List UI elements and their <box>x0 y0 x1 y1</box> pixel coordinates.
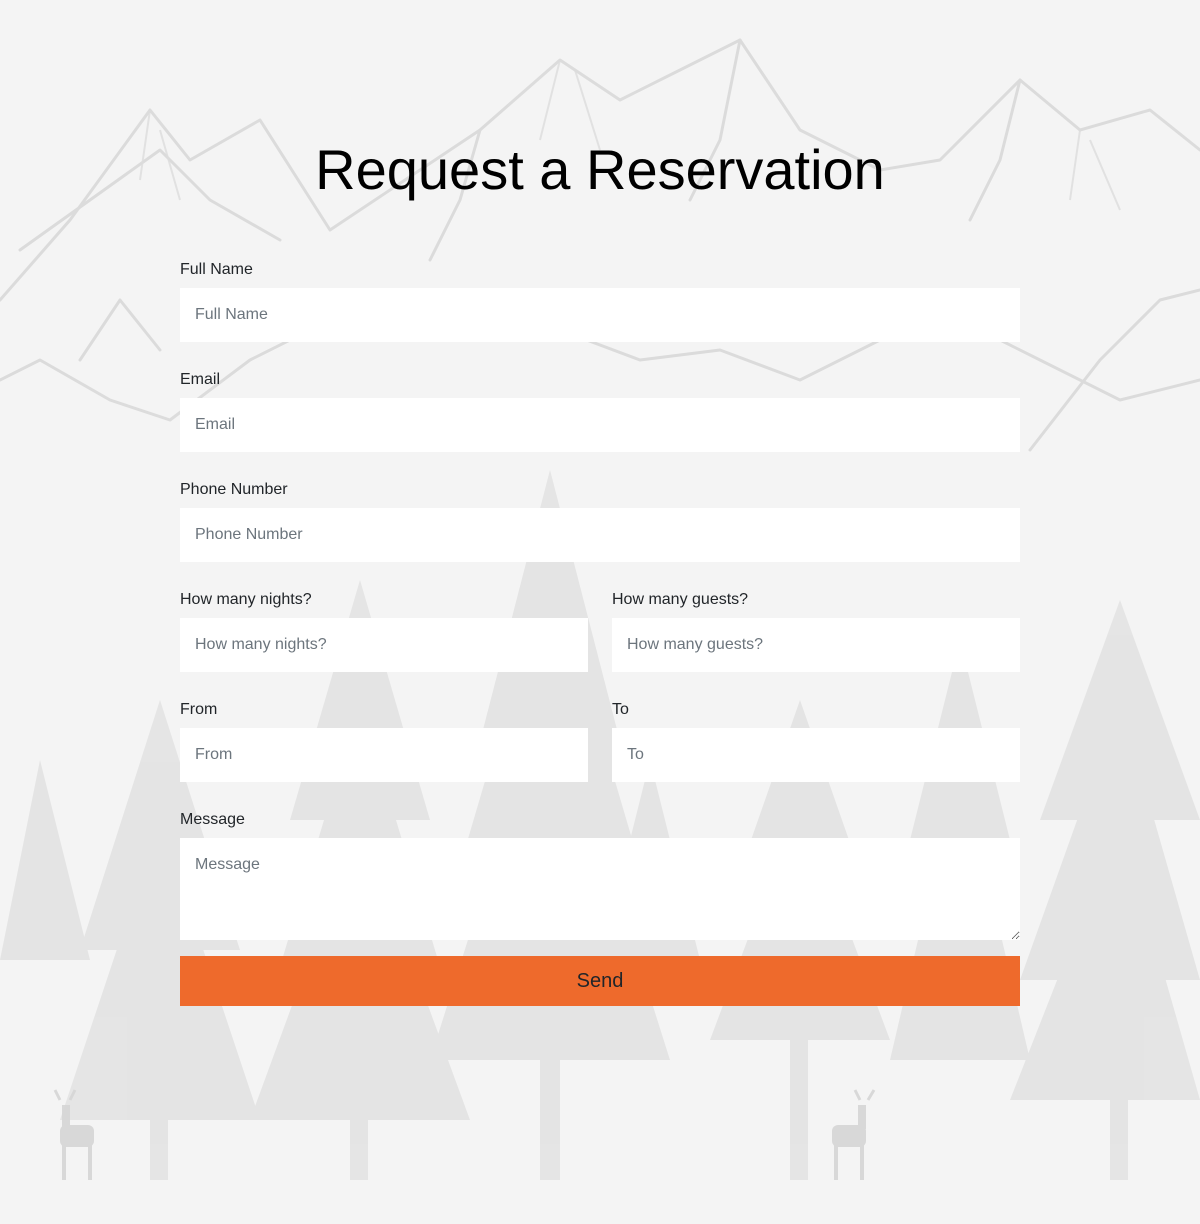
dates-row: From To <box>180 700 1020 810</box>
message-group: Message <box>180 810 1020 940</box>
guests-label: How many guests? <box>612 591 749 608</box>
phone-input[interactable] <box>180 508 1020 562</box>
full-name-input[interactable] <box>180 288 1020 342</box>
nights-guests-row: How many nights? How many guests? <box>180 590 1020 700</box>
phone-group: Phone Number <box>180 480 1020 562</box>
message-label: Message <box>180 811 245 828</box>
from-date-input[interactable] <box>180 728 588 782</box>
reservation-form: Full Name Email Phone Number How many ni… <box>180 260 1020 1006</box>
nights-label: How many nights? <box>180 591 312 608</box>
from-group: From <box>180 700 588 782</box>
send-button[interactable]: Send <box>180 956 1020 1006</box>
to-date-input[interactable] <box>612 728 1020 782</box>
reservation-page: Request a Reservation Full Name Email Ph… <box>180 0 1020 1006</box>
from-label: From <box>180 701 218 718</box>
guests-group: How many guests? <box>612 590 1020 672</box>
nights-group: How many nights? <box>180 590 588 672</box>
guests-input[interactable] <box>612 618 1020 672</box>
email-input[interactable] <box>180 398 1020 452</box>
email-label: Email <box>180 371 221 388</box>
full-name-group: Full Name <box>180 260 1020 342</box>
full-name-label: Full Name <box>180 261 253 278</box>
to-label: To <box>612 701 629 718</box>
message-textarea[interactable] <box>180 838 1020 940</box>
nights-input[interactable] <box>180 618 588 672</box>
to-group: To <box>612 700 1020 782</box>
phone-label: Phone Number <box>180 481 288 498</box>
email-group: Email <box>180 370 1020 452</box>
page-title: Request a Reservation <box>315 138 885 201</box>
